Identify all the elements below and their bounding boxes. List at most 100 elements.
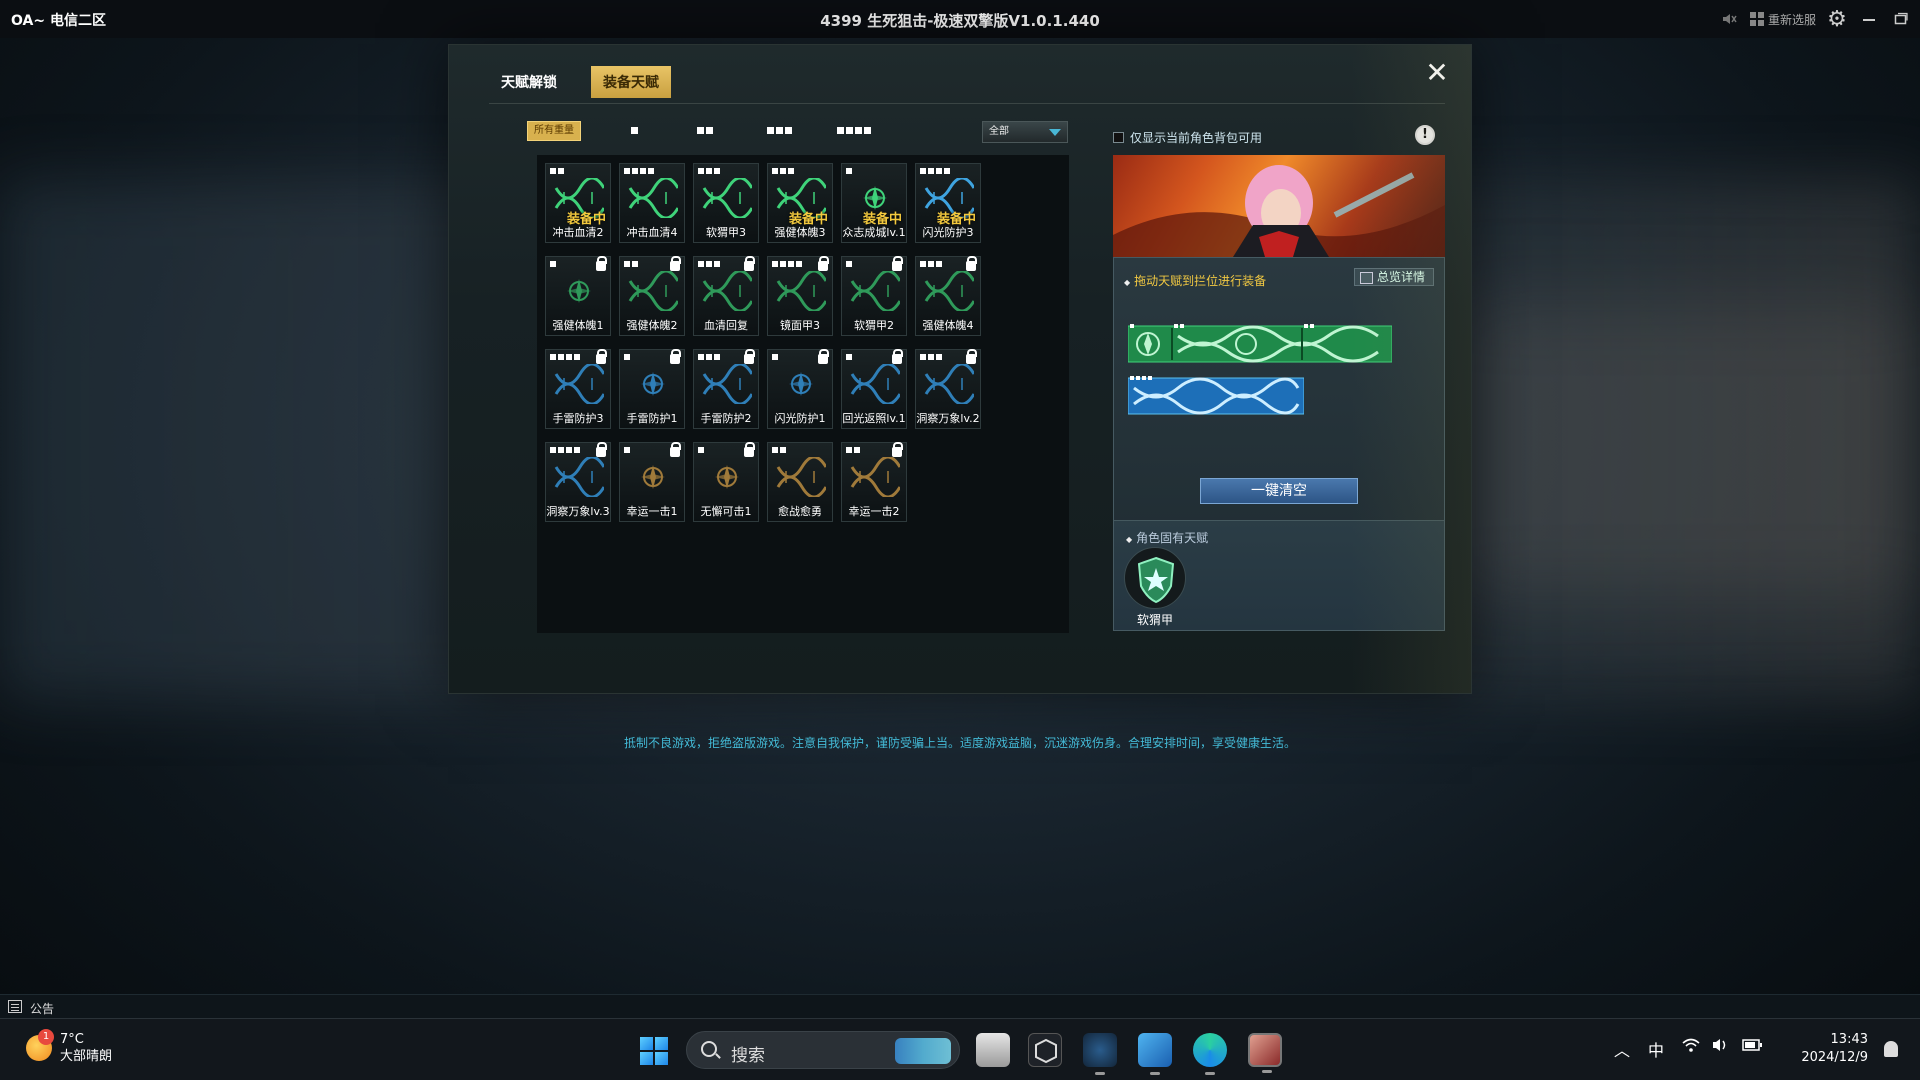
equipped-slots-blue[interactable] (1128, 376, 1304, 416)
talent-card[interactable]: 强健体魄4 (915, 256, 981, 336)
equipped-slots-green[interactable] (1128, 324, 1392, 364)
talent-card[interactable]: 血清回复 (693, 256, 759, 336)
filter-level-4[interactable] (837, 127, 871, 135)
chevron-up-icon[interactable]: ︿ (1614, 1037, 1630, 1061)
talent-level-dots (550, 168, 564, 174)
epic-launcher-icon[interactable] (1028, 1033, 1062, 1067)
inherent-talent-label: 角色固有天赋 (1126, 529, 1208, 546)
talent-card[interactable]: 手雷防护2 (693, 349, 759, 429)
battery-icon[interactable] (1742, 1037, 1762, 1056)
talent-card[interactable]: 强健体魄1 (545, 256, 611, 336)
game-app-icon[interactable] (1248, 1033, 1282, 1073)
overview-details-button[interactable]: 总览详情 (1353, 268, 1434, 286)
talent-card[interactable]: 闪光防护1 (767, 349, 833, 429)
category-select[interactable]: 全部 (982, 121, 1068, 143)
lock-icon (966, 349, 977, 364)
weather-temp: 7°C (60, 1032, 84, 1047)
tab-divider (489, 103, 1445, 104)
talent-card[interactable]: 无懈可击1 (693, 442, 759, 522)
clear-all-button[interactable]: 一键清空 (1200, 478, 1358, 504)
restore-icon[interactable] (1890, 8, 1912, 30)
shield-icon[interactable] (1124, 547, 1186, 609)
talent-card[interactable]: 装备中 众志成城lv.1 (841, 163, 907, 243)
notification-bell-icon[interactable] (1884, 1041, 1898, 1057)
talent-card[interactable]: 装备中 强健体魄3 (767, 163, 833, 243)
reselect-server-button[interactable]: 重新选服 (1749, 11, 1816, 28)
talent-level-dots (772, 447, 786, 453)
volume-icon[interactable] (1712, 1037, 1730, 1057)
announcement-bar[interactable]: 公告 (0, 994, 1920, 1018)
talent-name: 闪光防护1 (774, 412, 826, 425)
lock-icon (818, 349, 829, 364)
talent-card[interactable]: 回光返照lv.1 (841, 349, 907, 429)
talent-card[interactable]: 冲击血清4 (619, 163, 685, 243)
talent-helix-icon (850, 271, 900, 311)
gear-icon[interactable]: ⚙ (1826, 7, 1848, 32)
tab-equip-talent[interactable]: 装备天赋 (591, 66, 671, 98)
talent-card[interactable]: 洞察万象lv.3 (545, 442, 611, 522)
talent-helix-icon (554, 364, 604, 404)
talent-card[interactable]: 装备中 冲击血清2 (545, 163, 611, 243)
talent-name: 手雷防护2 (700, 412, 752, 425)
wifi-icon[interactable] (1682, 1037, 1700, 1057)
ime-indicator[interactable]: 中 (1648, 1037, 1664, 1061)
chevron-down-icon (1049, 129, 1061, 136)
talent-level-dots (698, 447, 704, 453)
talent-name: 强健体魄1 (552, 319, 604, 332)
photos-icon[interactable] (1138, 1033, 1172, 1075)
talent-card[interactable]: 软猬甲3 (693, 163, 759, 243)
tab-bar: 天赋解锁 装备天赋 (489, 65, 671, 99)
talent-name: 强健体魄2 (626, 319, 678, 332)
filter-all-weights[interactable]: 所有重量 (527, 121, 581, 141)
lock-icon (744, 349, 755, 364)
filter-level-3[interactable] (767, 127, 792, 135)
weather-badge: 1 (38, 1029, 54, 1045)
info-icon[interactable]: ! (1415, 125, 1435, 145)
file-explorer-icon[interactable] (976, 1033, 1010, 1067)
talent-level-dots (846, 261, 852, 267)
talent-name: 回光返照lv.1 (842, 412, 906, 425)
talent-card[interactable]: 软猬甲2 (841, 256, 907, 336)
lock-icon (892, 256, 903, 271)
inherent-talent-section: 角色固有天赋 软猬甲 (1114, 520, 1444, 630)
talent-name: 镜面甲3 (780, 319, 820, 332)
edge-browser-icon[interactable] (1193, 1033, 1227, 1075)
talent-helix-icon (776, 271, 826, 311)
lock-icon (596, 256, 607, 271)
lock-icon (892, 442, 903, 457)
clock-time: 13:43 (1830, 1032, 1868, 1047)
steam-icon[interactable] (1083, 1033, 1117, 1075)
talent-card[interactable]: 强健体魄2 (619, 256, 685, 336)
windows-start-icon[interactable] (640, 1037, 668, 1065)
tab-talent-unlock[interactable]: 天赋解锁 (489, 66, 569, 98)
talent-card[interactable]: 幸运一击1 (619, 442, 685, 522)
talent-emblem-icon (789, 372, 813, 396)
talent-card[interactable]: 装备中 闪光防护3 (915, 163, 981, 243)
talent-card[interactable]: 手雷防护3 (545, 349, 611, 429)
checkbox-label: 仅显示当前角色背包可用 (1130, 131, 1263, 145)
character-banner (1113, 155, 1445, 257)
talent-card[interactable]: 洞察万象lv.2 (915, 349, 981, 429)
backpack-only-checkbox[interactable]: 仅显示当前角色背包可用 (1113, 129, 1262, 146)
talent-level-dots (550, 261, 556, 267)
filter-level-2[interactable] (697, 127, 713, 135)
search-box[interactable]: 搜索 (686, 1031, 960, 1069)
talent-level-dots (624, 447, 630, 453)
filter-level-1[interactable] (631, 127, 638, 135)
checkbox-box[interactable] (1113, 132, 1124, 143)
mute-icon[interactable] (1718, 8, 1740, 30)
talent-helix-icon (702, 271, 752, 311)
talent-card[interactable]: 幸运一击2 (841, 442, 907, 522)
inherent-talent-name: 软猬甲 (1136, 613, 1173, 627)
clock[interactable]: 13:43 2024/12/9 (1801, 1031, 1868, 1067)
weather-widget[interactable]: 1 7°C 大部晴朗 (26, 1029, 112, 1065)
lock-icon (596, 349, 607, 364)
minimize-icon[interactable] (1858, 8, 1880, 30)
talent-card[interactable]: 愈战愈勇 (767, 442, 833, 522)
search-highlight-icon (895, 1038, 951, 1064)
talent-card[interactable]: 手雷防护1 (619, 349, 685, 429)
talent-level-dots (624, 354, 630, 360)
close-button[interactable]: ✕ (1421, 57, 1453, 89)
category-select-value: 全部 (989, 126, 1009, 137)
talent-card[interactable]: 镜面甲3 (767, 256, 833, 336)
